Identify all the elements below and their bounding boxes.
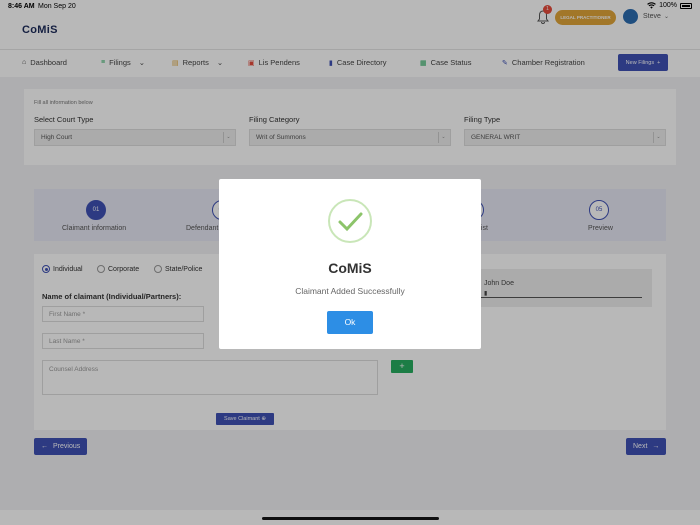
home-indicator[interactable] (262, 517, 439, 520)
modal-title: CoMiS (328, 260, 372, 276)
ok-button[interactable]: Ok (327, 311, 373, 334)
success-check-icon (328, 199, 372, 243)
modal-message: Claimant Added Successfully (295, 286, 405, 296)
